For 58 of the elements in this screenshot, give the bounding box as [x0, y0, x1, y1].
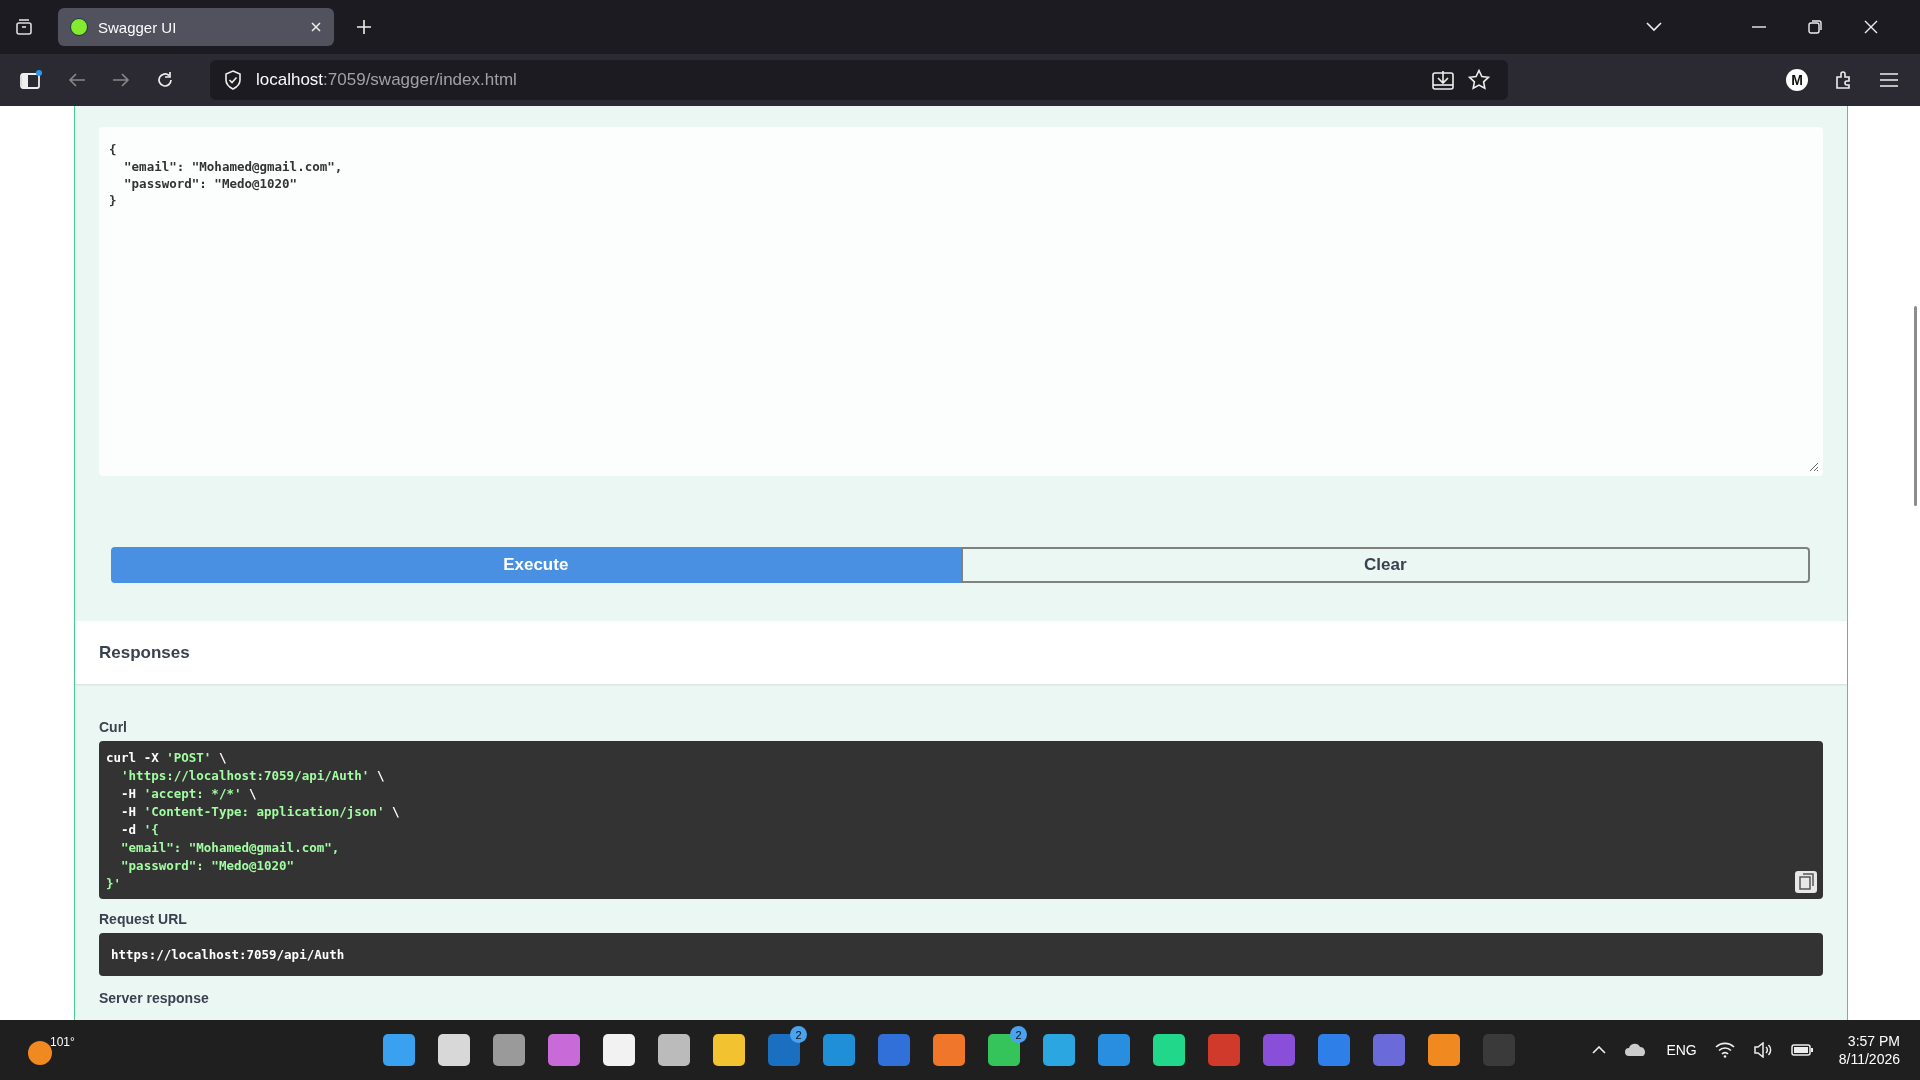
download-icon[interactable] — [1432, 70, 1454, 90]
taskbar-app-icon[interactable] — [1208, 1034, 1240, 1066]
profile-avatar[interactable]: M — [1786, 69, 1808, 91]
shield-icon — [224, 70, 242, 90]
taskbar-app-icon[interactable] — [1428, 1034, 1460, 1066]
wifi-icon[interactable] — [1714, 1042, 1735, 1058]
scrollbar-thumb[interactable] — [1914, 306, 1917, 506]
copy-icon[interactable] — [1794, 870, 1818, 894]
taskbar-app-icon[interactable] — [1043, 1034, 1075, 1066]
swagger-logo-icon — [70, 18, 88, 36]
new-tab-icon[interactable] — [356, 19, 372, 35]
taskbar-app-icon[interactable] — [493, 1034, 525, 1066]
taskbar-app-icon[interactable] — [1098, 1034, 1130, 1066]
clock-time[interactable]: 3:57 PM — [1847, 1033, 1900, 1049]
star-icon[interactable] — [1468, 69, 1490, 91]
taskbar-app-icon[interactable] — [1153, 1034, 1185, 1066]
taskbar-app-icon[interactable] — [603, 1034, 635, 1066]
server-response-label: Server response — [99, 990, 209, 1006]
language-indicator[interactable]: ENG — [1666, 1042, 1697, 1058]
menu-icon[interactable] — [1880, 73, 1898, 87]
request-url-text: https://localhost:7059/api/Auth — [111, 947, 345, 962]
taskbar-app-icon[interactable] — [713, 1034, 745, 1066]
temperature-text: 101° — [50, 1035, 75, 1049]
reload-icon[interactable] — [156, 71, 174, 89]
curl-command-text: curl -X 'POST' \ 'https://localhost:7059/api/Auth' \ -H 'accept: */*' \ -H 'Content-Type: application/json' \ -d '{ "email": "Mohamed@gmail.com", "password": "Medo@1020" }' — [106, 749, 400, 893]
clock-date[interactable]: 8/11/2026 — [1838, 1051, 1900, 1067]
curl-label: Curl — [99, 719, 127, 735]
tab-list-icon[interactable] — [14, 17, 34, 37]
url-text: localhost:7059/swagger/index.html — [256, 70, 517, 90]
request-body-field[interactable]: { "email": "Mohamed@gmail.com", "password": "Medo@1020" } — [99, 127, 1823, 476]
notification-badge: 2 — [790, 1026, 807, 1043]
sidebar-icon[interactable] — [20, 70, 42, 90]
close-icon[interactable] — [1864, 20, 1878, 34]
responses-heading: Responses — [99, 642, 190, 663]
weather-icon[interactable] — [28, 1041, 52, 1065]
taskbar-app-icon[interactable] — [438, 1034, 470, 1066]
restore-icon[interactable] — [1808, 20, 1822, 34]
speaker-icon[interactable] — [1752, 1042, 1773, 1058]
taskbar-app-icon[interactable] — [1318, 1034, 1350, 1066]
taskbar-app-icon[interactable] — [383, 1034, 415, 1066]
close-icon[interactable] — [310, 21, 322, 33]
request-body-text: { "email": "Mohamed@gmail.com", "password": "Medo@1020" } — [109, 141, 343, 209]
resize-grip-icon[interactable] — [1807, 460, 1819, 472]
taskbar-app-icon[interactable] — [548, 1034, 580, 1066]
address-bar[interactable]: localhost:7059/swagger/index.html — [210, 60, 1508, 100]
chevron-up-icon[interactable] — [1592, 1046, 1607, 1054]
request-url-label: Request URL — [99, 911, 187, 927]
taskbar-app-icon[interactable] — [1373, 1034, 1405, 1066]
forward-icon[interactable] — [112, 72, 130, 88]
taskbar-app-icon[interactable] — [933, 1034, 965, 1066]
taskbar-app-icon[interactable] — [658, 1034, 690, 1066]
chevron-down-icon[interactable] — [1646, 22, 1662, 32]
back-icon[interactable] — [68, 72, 86, 88]
battery-icon[interactable] — [1790, 1044, 1813, 1056]
notification-badge: 2 — [1010, 1026, 1027, 1043]
taskbar-app-icon[interactable] — [823, 1034, 855, 1066]
clear-button[interactable]: Clear — [960, 547, 1810, 583]
browser-tab[interactable]: Swagger UI — [58, 8, 334, 46]
